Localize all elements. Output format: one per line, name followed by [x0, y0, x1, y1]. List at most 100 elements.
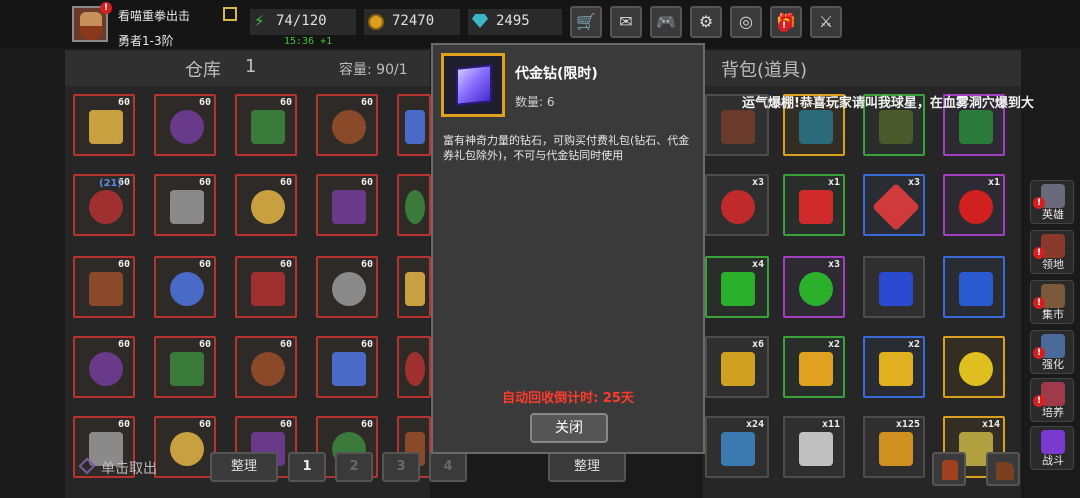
- side-menu-button[interactable]: 英雄!: [1030, 180, 1074, 224]
- warehouse-slot[interactable]: 60: [316, 174, 378, 236]
- alert-badge: !: [1033, 395, 1045, 407]
- side-menu-button[interactable]: 强化!: [1030, 330, 1074, 374]
- item-quantity: x125: [895, 419, 920, 430]
- crossed-swords-button[interactable]: ⚔: [810, 6, 842, 38]
- warehouse-slot[interactable]: 60: [73, 336, 135, 398]
- sort-warehouse-button[interactable]: 整理: [210, 452, 278, 482]
- item-icon: [879, 432, 913, 466]
- page-button-4[interactable]: 4: [429, 452, 467, 482]
- item-icon: [89, 272, 123, 306]
- side-menu-button[interactable]: 培养!: [1030, 378, 1074, 422]
- page-button-3[interactable]: 3: [382, 452, 420, 482]
- item-quantity: 60: [279, 177, 292, 188]
- warehouse-slot[interactable]: 60: [154, 94, 216, 156]
- item-icon: [879, 352, 913, 386]
- close-button[interactable]: 关闭: [530, 413, 608, 443]
- backpack-slot[interactable]: [863, 256, 925, 318]
- item-icon: [799, 352, 833, 386]
- warehouse-slot[interactable]: 60: [73, 256, 135, 318]
- diamond-stat[interactable]: 2495: [468, 9, 562, 35]
- warehouse-slot[interactable]: 60: [73, 94, 135, 156]
- single-take-label: 单击取出: [101, 461, 157, 477]
- warehouse-slot[interactable]: 60: [235, 256, 297, 318]
- warehouse-slot[interactable]: 60: [235, 174, 297, 236]
- item-quantity: 60: [117, 259, 130, 270]
- single-take-toggle[interactable]: 单击取出: [65, 452, 215, 482]
- boot-quick-slot[interactable]: [986, 452, 1020, 486]
- side-menu-button[interactable]: 领地!: [1030, 230, 1074, 274]
- warehouse-slot[interactable]: 60: [154, 256, 216, 318]
- item-quantity: 60: [198, 339, 211, 350]
- warehouse-slot[interactable]: 60: [316, 336, 378, 398]
- item-icon: [721, 110, 755, 144]
- warehouse-slot[interactable]: [397, 256, 431, 318]
- shop-cart-button[interactable]: 🛒: [570, 6, 602, 38]
- warehouse-slot[interactable]: [397, 336, 431, 398]
- warehouse-header: 仓库 1 容量: 90/1: [65, 50, 430, 86]
- voucher-diamond-icon: [456, 64, 492, 106]
- item-icon: [799, 272, 833, 306]
- warehouse-slot[interactable]: 60: [235, 94, 297, 156]
- energy-stat[interactable]: ⚡ 74/120: [250, 9, 356, 35]
- page-button-1[interactable]: 1: [288, 452, 326, 482]
- gold-stat[interactable]: 72470: [364, 9, 460, 35]
- item-count: 数量: 6: [515, 95, 555, 109]
- backpack-slot[interactable]: x24: [705, 416, 769, 478]
- warehouse-slot[interactable]: [397, 174, 431, 236]
- page-button-2[interactable]: 2: [335, 452, 373, 482]
- settings-gear-button[interactable]: ⚙: [690, 6, 722, 38]
- side-menu-button[interactable]: 集市!: [1030, 280, 1074, 324]
- broadcast-ticker: 运气爆棚!恭喜玩家请叫我球星，在血雾洞穴爆到大: [742, 96, 1034, 111]
- side-menu-icon: [1041, 430, 1065, 454]
- backpack-slot[interactable]: x2: [863, 336, 925, 398]
- sort-backpack-button[interactable]: 整理: [548, 452, 626, 482]
- item-icon: [332, 190, 366, 224]
- crossed-swords-icon: ⚔: [818, 12, 834, 31]
- gamepad-icon: 🎮: [656, 12, 676, 31]
- warehouse-title: 仓库: [185, 60, 221, 81]
- item-quantity: x1: [987, 177, 1000, 188]
- item-quantity: 60: [279, 97, 292, 108]
- item-icon-frame: [441, 53, 505, 117]
- player-rank: 勇者1-3阶: [118, 34, 174, 48]
- item-quantity: 60: [117, 419, 130, 430]
- backpack-slot[interactable]: x1: [783, 174, 845, 236]
- backpack-slot[interactable]: x6: [705, 336, 769, 398]
- backpack-slot[interactable]: x1: [943, 174, 1005, 236]
- gamepad-button[interactable]: 🎮: [650, 6, 682, 38]
- backpack-slot[interactable]: x4: [705, 256, 769, 318]
- warehouse-slot[interactable]: 60: [316, 94, 378, 156]
- warehouse-slot[interactable]: 60: [154, 336, 216, 398]
- item-icon: [799, 110, 833, 144]
- diamond-checkbox-icon: [78, 457, 96, 475]
- item-icon: [871, 182, 921, 232]
- warehouse-slot[interactable]: [397, 94, 431, 156]
- backpack-slot[interactable]: x3: [705, 174, 769, 236]
- item-icon: [721, 432, 755, 466]
- alert-badge: !: [1033, 247, 1045, 259]
- side-menu-button[interactable]: 战斗: [1030, 426, 1074, 470]
- backpack-slot[interactable]: x11: [783, 416, 845, 478]
- item-icon: [89, 190, 123, 224]
- backpack-slot[interactable]: x2: [783, 336, 845, 398]
- backpack-slot[interactable]: x3: [863, 174, 925, 236]
- color-wheel-button[interactable]: ◎: [730, 6, 762, 38]
- armor-quick-slot[interactable]: [932, 452, 966, 486]
- item-icon: [405, 352, 425, 386]
- item-quantity: 60: [198, 97, 211, 108]
- backpack-slot[interactable]: x3: [783, 256, 845, 318]
- item-description: 富有神奇力量的钻石，可购买付费礼包(钻石、代金券礼包除外)，不可与代金钻同时使用: [443, 134, 690, 162]
- item-icon: [879, 110, 913, 144]
- warehouse-slot[interactable]: 60: [316, 256, 378, 318]
- mail-button[interactable]: ✉: [610, 6, 642, 38]
- item-icon: [251, 272, 285, 306]
- warehouse-slot[interactable]: 60: [235, 336, 297, 398]
- gold-value: 72470: [392, 13, 435, 29]
- backpack-slot[interactable]: [943, 336, 1005, 398]
- boot-icon: [996, 462, 1014, 480]
- warehouse-slot[interactable]: 60: [154, 174, 216, 236]
- avatar-alert-badge: !: [100, 2, 112, 14]
- backpack-slot[interactable]: [943, 256, 1005, 318]
- edit-name-icon[interactable]: [223, 7, 237, 21]
- backpack-slot[interactable]: x125: [863, 416, 925, 478]
